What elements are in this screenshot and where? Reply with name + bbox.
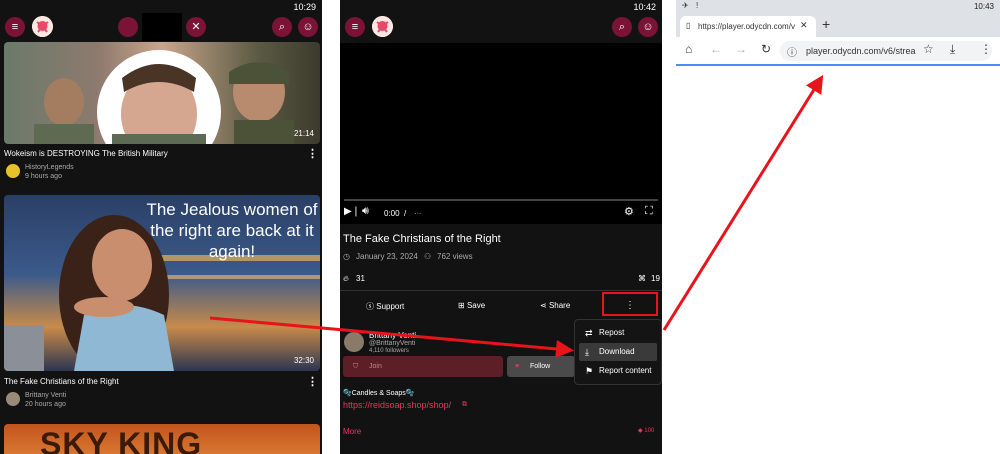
arrow-menu-to-browser <box>662 74 824 331</box>
annotation-arrows <box>209 74 824 358</box>
arrow-feed-to-download <box>209 316 574 358</box>
